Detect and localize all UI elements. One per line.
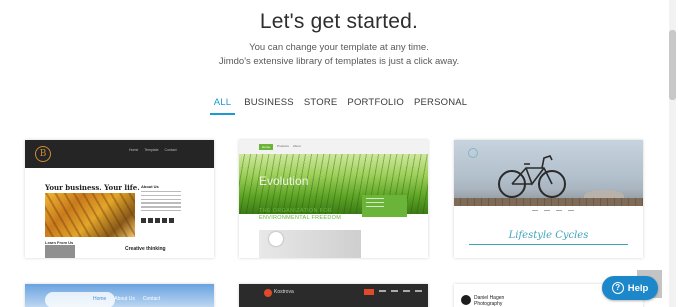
template-brand-name: Kostrova bbox=[274, 289, 294, 295]
template-nav-item: About Us bbox=[114, 296, 135, 302]
question-icon: ? bbox=[611, 282, 624, 294]
template-brand-name: Daniel Hagen Photography bbox=[474, 295, 504, 307]
page-scrollbar-thumb[interactable] bbox=[669, 30, 676, 100]
template-nav-item: Products bbox=[277, 144, 289, 148]
template-nav: Home Products About bbox=[259, 144, 301, 150]
template-text-lines bbox=[141, 191, 181, 214]
tab-portfolio[interactable]: PORTFOLIO bbox=[346, 96, 405, 115]
help-button-label: Help bbox=[627, 282, 649, 294]
template-submenu bbox=[362, 195, 407, 217]
template-nav-item: Home bbox=[129, 148, 139, 152]
template-nav: Home Template Contact bbox=[129, 148, 177, 152]
template-nav-button bbox=[364, 289, 374, 295]
template-subheading: Creative thinking bbox=[125, 246, 166, 252]
template-headline: Your business. Your life. bbox=[45, 183, 140, 192]
template-thumbnail bbox=[45, 245, 75, 258]
template-card-dark[interactable]: Kostrova bbox=[239, 284, 428, 307]
template-tagline-line: THE ORGANIZATION FOR bbox=[259, 208, 333, 214]
template-logo-icon bbox=[468, 148, 478, 158]
template-card-lifestyle[interactable]: Lifestyle Cycles bbox=[454, 140, 643, 258]
template-title: Lifestyle Cycles bbox=[508, 230, 589, 241]
template-card-sky[interactable]: Home About Us Contact bbox=[25, 284, 214, 307]
template-nav: Home About Us Contact bbox=[93, 296, 160, 302]
template-nav-item: About bbox=[292, 144, 301, 148]
template-card-business[interactable]: B Home Template Contact Your business. Y… bbox=[25, 140, 214, 258]
page-title: Let's get started. bbox=[259, 10, 419, 33]
tab-personal[interactable]: PERSONAL bbox=[413, 96, 468, 115]
template-brand-name: Evolution bbox=[259, 174, 309, 188]
template-logo-icon bbox=[264, 289, 272, 297]
template-nav-item-active: Home bbox=[259, 144, 274, 150]
bicycle-icon bbox=[498, 155, 566, 198]
tab-store[interactable]: STORE bbox=[303, 96, 339, 115]
template-nav-item: Contact bbox=[164, 148, 177, 152]
page-subtitle-line-1: You can change your template at any time… bbox=[249, 42, 429, 53]
template-about-heading: About Us bbox=[141, 184, 159, 189]
template-nav-item: Contact bbox=[142, 296, 161, 302]
template-social-icons bbox=[141, 218, 174, 223]
template-logo-icon bbox=[461, 295, 471, 305]
tab-all[interactable]: ALL bbox=[209, 96, 236, 115]
template-divider bbox=[469, 244, 628, 245]
template-nav-item-active: Home bbox=[93, 296, 107, 302]
template-nav-item: Template bbox=[144, 148, 159, 152]
template-tagline-line: ENVIRONMENTAL FREEDOM bbox=[259, 215, 342, 221]
template-tagline: THE ORGANIZATION FOR ENVIRONMENTAL FREED… bbox=[259, 208, 341, 222]
template-nav bbox=[532, 210, 574, 212]
help-button[interactable]: ? Help bbox=[602, 276, 658, 300]
tab-business[interactable]: BUSINESS bbox=[243, 96, 295, 115]
template-hero-image-pattern bbox=[45, 193, 135, 237]
page-subtitle-line-2: Jimdo's extensive library of templates i… bbox=[218, 56, 460, 67]
template-category-tabs: ALL BUSINESS STORE PORTFOLIO PERSONAL bbox=[0, 96, 678, 115]
template-nav bbox=[379, 290, 422, 292]
flower-image bbox=[269, 232, 283, 246]
template-logo-icon: B bbox=[35, 146, 51, 162]
template-brand-line: Photography bbox=[474, 301, 503, 307]
template-header-bar bbox=[25, 140, 214, 168]
template-card-evolution[interactable]: Home Products About Evolution THE ORGANI… bbox=[239, 140, 428, 258]
